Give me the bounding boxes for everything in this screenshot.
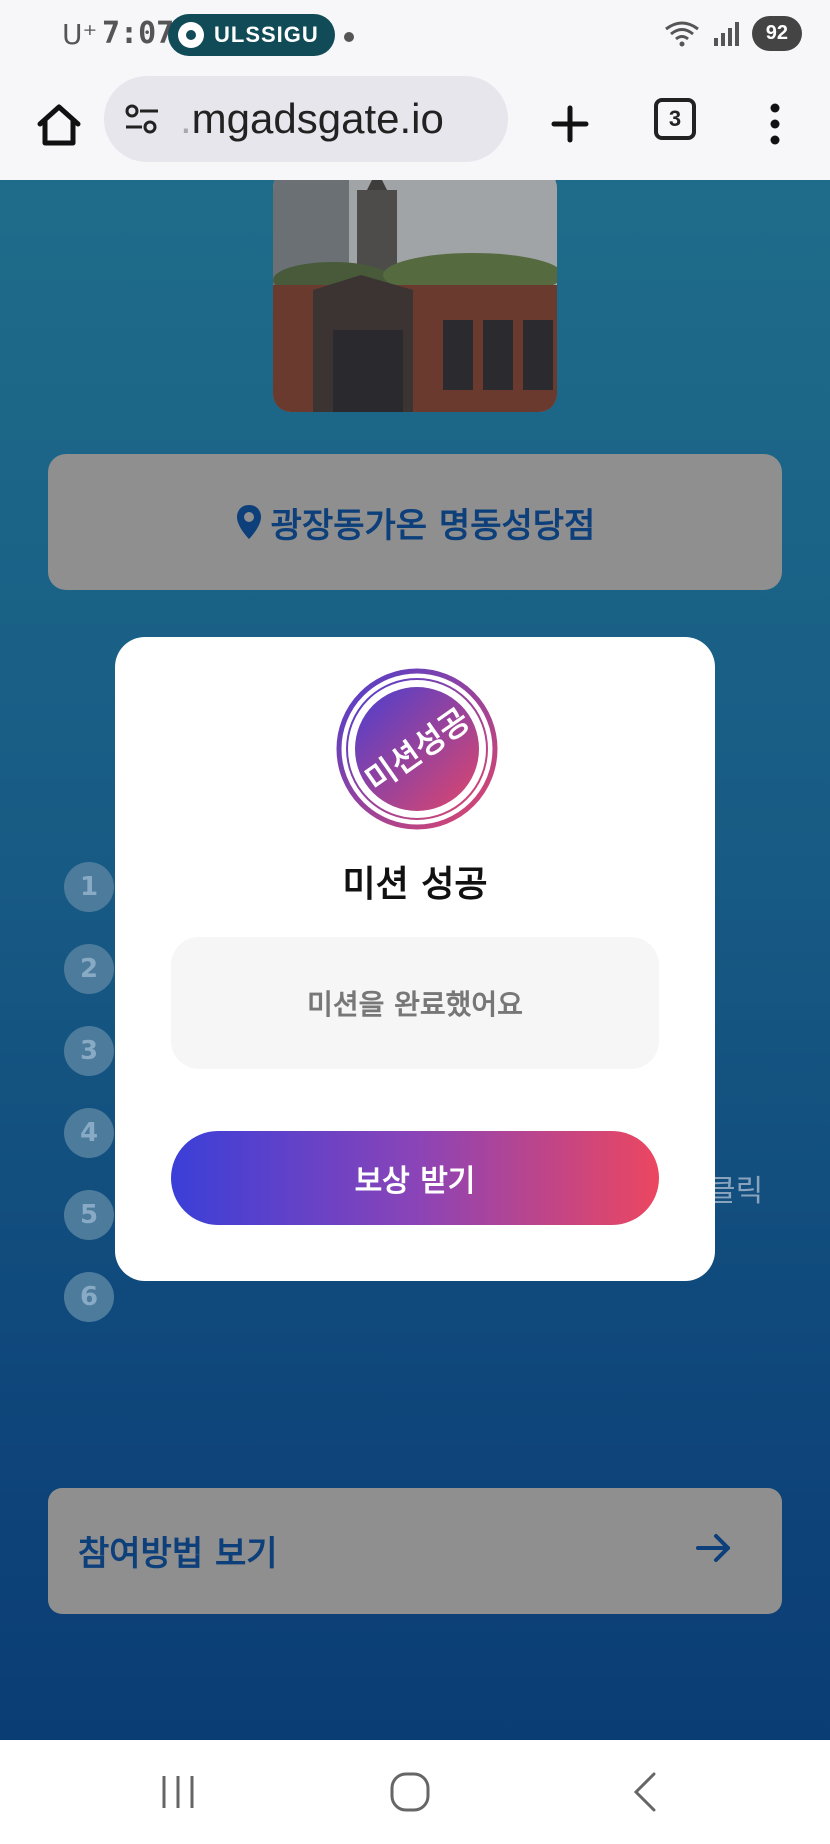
carrier-label: U⁺: [62, 18, 98, 51]
modal-title: 미션 성공: [342, 864, 488, 905]
plus-icon[interactable]: [540, 94, 600, 154]
tune-icon[interactable]: [122, 99, 162, 139]
system-navigation-bar: [0, 1740, 830, 1844]
system-icons: 92: [664, 16, 802, 51]
step-number: 6: [64, 1272, 114, 1322]
store-location-card[interactable]: 광장동가온 명동성당점: [48, 454, 782, 590]
home-nav-icon[interactable]: [386, 1768, 434, 1816]
step-number: 5: [64, 1190, 114, 1240]
tab-switcher-button[interactable]: 3: [654, 98, 696, 140]
back-icon[interactable]: [622, 1768, 670, 1816]
recent-apps-icon[interactable]: [154, 1768, 202, 1816]
notification-dot: [344, 32, 354, 42]
location-pin-icon: [236, 505, 261, 539]
home-icon[interactable]: [28, 94, 90, 156]
app-icon: [178, 22, 204, 48]
address-bar[interactable]: .mgadsgate.io: [104, 76, 508, 162]
step-number: 2: [64, 944, 114, 994]
how-to-label: 참여방법 보기: [78, 1534, 278, 1574]
url-text: .mgadsgate.io: [180, 95, 444, 143]
step-text-fragment: 클릭: [708, 1174, 764, 1209]
app-pill-label: ULSSIGU: [214, 22, 319, 47]
step-number: 3: [64, 1026, 114, 1076]
browser-toolbar: .mgadsgate.io 3: [0, 72, 830, 181]
mission-success-stamp: 미션성공: [336, 668, 498, 830]
store-name: 광장동가온 명동성당점: [270, 505, 596, 546]
status-bar: U⁺ 7:07 ULSSIGU 92: [0, 0, 830, 72]
step-number: 1: [64, 862, 114, 912]
signal-icon: [713, 21, 739, 46]
clock: 7:07: [102, 16, 175, 51]
modal-message: 미션을 완료했어요: [171, 937, 659, 1069]
battery-indicator: 92: [751, 16, 802, 51]
mission-success-modal: 미션성공 미션 성공 미션을 완료했어요 보상 받기: [115, 637, 715, 1281]
url-domain: mgadsgate.io: [191, 95, 444, 142]
wifi-icon: [664, 21, 699, 46]
arrow-right-icon: [696, 1534, 730, 1562]
app-notification-pill: ULSSIGU: [168, 14, 335, 56]
how-to-participate-button[interactable]: 참여방법 보기: [48, 1488, 782, 1614]
store-photo: [273, 180, 557, 412]
url-prefix: .: [180, 95, 192, 142]
step-number: 4: [64, 1108, 114, 1158]
more-vert-icon[interactable]: [760, 94, 790, 154]
claim-reward-button[interactable]: 보상 받기: [171, 1131, 659, 1225]
